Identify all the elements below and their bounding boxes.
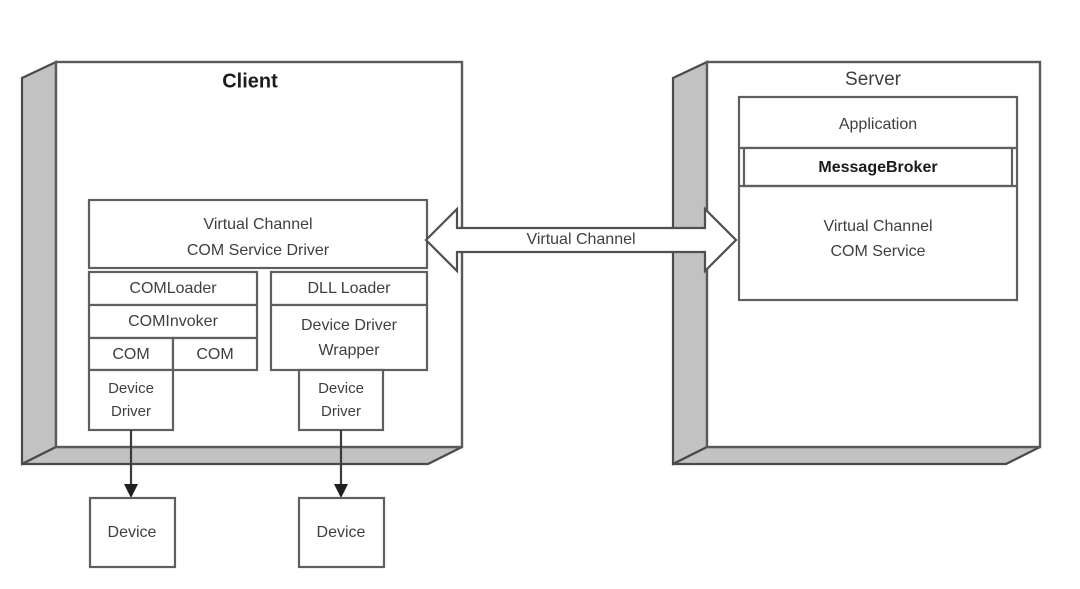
client-title: Client [222,70,278,92]
vc-com-service-driver-label-line1: Virtual Channel [203,216,312,233]
server-vc-com-service-label-line2: COM Service [830,243,925,260]
device-nodes: Device Device [88,496,386,569]
server-stack: Application MessageBroker Virtual Channe… [737,95,1019,302]
client-left-device-driver-label-line1: Device [108,380,154,397]
server-title: Server [845,69,902,90]
message-broker-label: MessageBroker [818,159,937,176]
client-right-device-driver-label-line1: Device [318,380,364,397]
client-box-bottom-side [21,445,463,466]
com-right-label: COM [196,346,233,363]
device-driver-wrapper-label-line1: Device Driver [301,317,398,334]
server-box-bottom-side [672,445,1041,466]
vc-com-service-driver-label-line2: COM Service Driver [187,242,330,259]
client-left-device-driver-label-line2: Driver [111,403,151,420]
right-device-connector-arrowhead [334,484,348,498]
client-box-left-side [20,60,58,466]
device-label: Device [108,524,157,541]
device-label: Device [317,524,366,541]
cominvoker-label: COMInvoker [128,313,218,330]
left-device-connector-arrowhead [124,484,138,498]
dll-loader-label: DLL Loader [307,280,391,297]
device-driver-wrapper-box [269,303,429,372]
architecture-diagram: Client Virtual Channel COM Service Drive… [0,0,1080,589]
client-right-device-driver-label-line2: Driver [321,403,361,420]
comloader-label: COMLoader [129,280,217,297]
application-label: Application [839,116,917,133]
com-left-label: COM [112,346,149,363]
virtual-channel-label: Virtual Channel [526,231,635,248]
device-driver-wrapper-label-line2: Wrapper [318,342,380,359]
server-vc-com-service-label-line1: Virtual Channel [823,218,932,235]
client-vc-com-service-driver: Virtual Channel COM Service Driver [87,198,429,270]
server-box-left-side [671,60,709,466]
